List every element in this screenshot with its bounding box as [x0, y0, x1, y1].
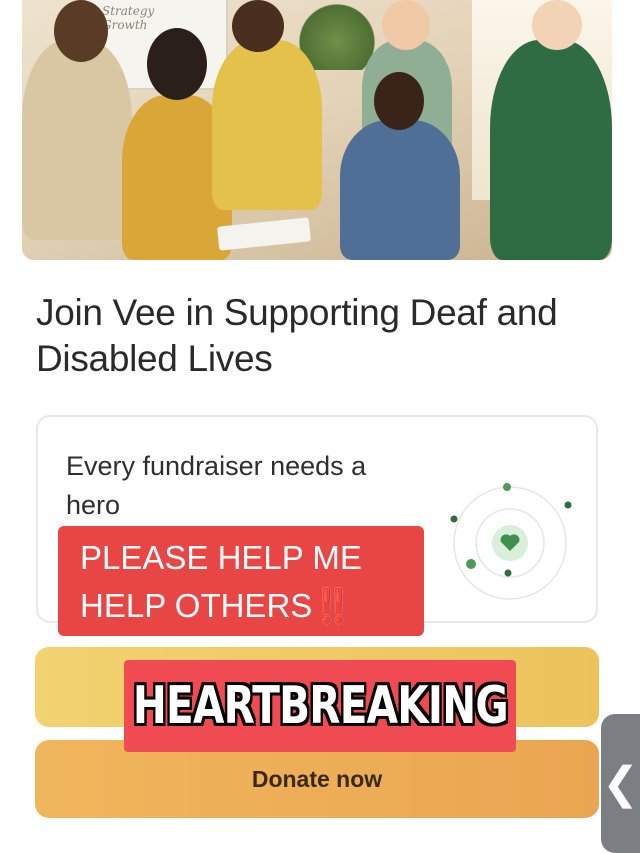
person-6-head	[532, 0, 582, 50]
person-3	[212, 40, 322, 210]
person-6	[490, 40, 612, 260]
heart-orbit-icon	[450, 483, 572, 600]
person-5	[340, 120, 460, 260]
page-title: Join Vee in Supporting Deaf and Disabled…	[36, 292, 558, 379]
person-1	[22, 40, 132, 240]
caption-heartbreaking: HEARTBREAKING	[124, 660, 516, 752]
person-5-head	[374, 72, 424, 130]
side-panel-tab[interactable]: ❮	[601, 714, 640, 853]
person-1-head	[54, 0, 108, 62]
double-exclamation-icon: ‼️	[312, 587, 354, 624]
person-3-head	[232, 0, 284, 52]
card-text: Every fundraiser needs a hero	[66, 451, 367, 520]
person-4-head	[382, 0, 430, 50]
caption-please-help: PLEASE HELP ME HELP OTHERS‼️	[58, 526, 424, 636]
heartbreaking-text: HEARTBREAKING	[132, 676, 509, 736]
whiteboard-text: Strategy Growth	[102, 4, 155, 32]
person-2-head	[147, 28, 207, 100]
chevron-left-icon: ❮	[602, 757, 639, 809]
hero-image: Strategy Growth	[22, 0, 612, 260]
